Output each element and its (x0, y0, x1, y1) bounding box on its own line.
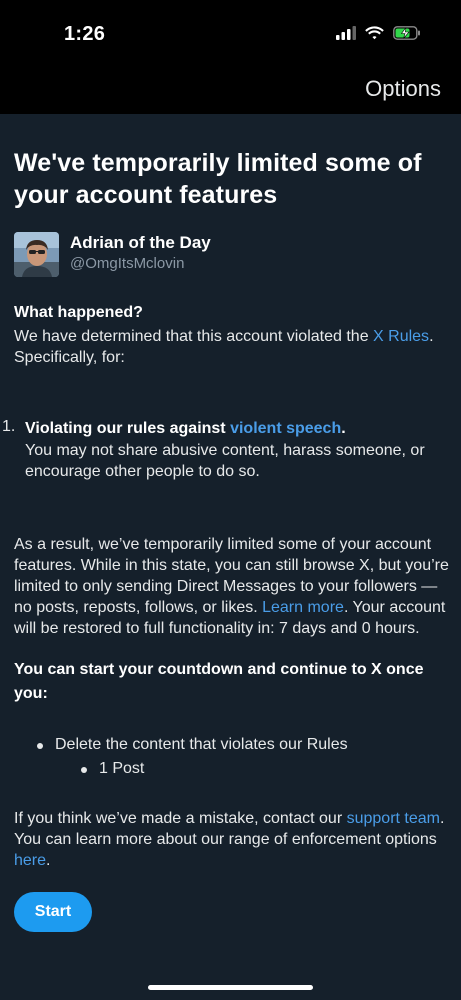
page-title: We've temporarily limited some of your a… (14, 149, 422, 209)
status-bar: 1:26 (0, 0, 461, 68)
requirement-item: Delete the content that violates our Rul… (35, 733, 450, 757)
cellular-signal-icon (336, 26, 356, 40)
requirements-list: Delete the content that violates our Rul… (14, 733, 450, 781)
violation-title-end: . (341, 420, 346, 437)
violation-title-start: Violating our rules against (25, 420, 231, 437)
mistake-text: If you think we’ve made a mistake, conta… (14, 808, 450, 871)
mistake-text-start: If you think we’ve made a mistake, conta… (14, 810, 347, 827)
nav-bar: Options (0, 68, 461, 114)
support-team-link[interactable]: support team (347, 810, 440, 827)
start-button[interactable]: Start (14, 892, 92, 932)
violation-title: Violating our rules against violent spee… (25, 418, 450, 440)
mistake-text-end: . (46, 852, 51, 869)
battery-charging-icon (393, 26, 420, 40)
violation-number: 1. (2, 418, 16, 435)
account-name: Adrian of the Day (70, 233, 211, 252)
violation-item: 1. Violating our rules against violent s… (2, 418, 450, 482)
countdown-heading: You can start your countdown and continu… (14, 661, 424, 702)
what-happened-text-start: We have determined that this account vio… (14, 328, 374, 345)
violation-description: You may not share abusive content, haras… (25, 442, 425, 480)
account-handle: @OmgItsMclovin (70, 255, 185, 272)
result-text: As a result, we’ve temporarily limited s… (14, 534, 450, 639)
main-content: We've temporarily limited some of your a… (2, 114, 450, 932)
status-time: 1:26 (64, 23, 106, 45)
what-happened-heading: What happened? (14, 304, 143, 321)
what-happened-text: We have determined that this account vio… (14, 326, 450, 368)
avatar (14, 232, 59, 277)
status-icons (336, 26, 421, 40)
account-info: Adrian of the Day @OmgItsMclovin (14, 232, 450, 280)
learn-more-link[interactable]: Learn more (262, 599, 344, 616)
options-button[interactable]: Options (365, 76, 441, 102)
requirement-sub-item: 1 Post (79, 757, 450, 781)
here-link[interactable]: here (14, 852, 46, 869)
wifi-icon (365, 26, 384, 40)
x-rules-link[interactable]: X Rules (373, 328, 429, 345)
home-indicator[interactable] (148, 985, 313, 990)
violent-speech-link[interactable]: violent speech (230, 420, 341, 437)
